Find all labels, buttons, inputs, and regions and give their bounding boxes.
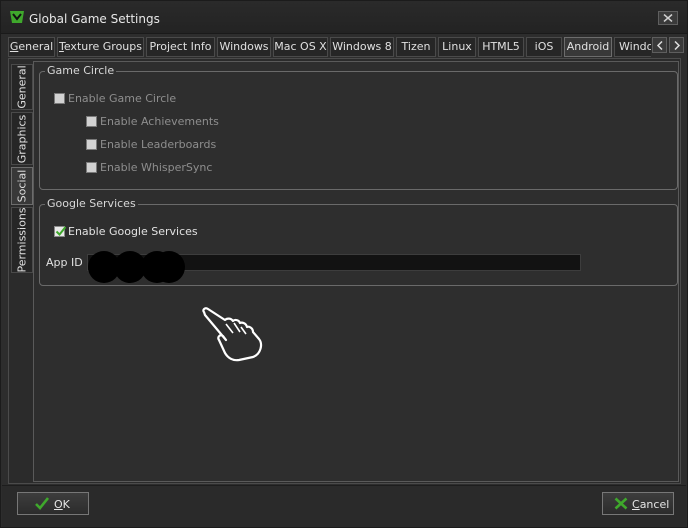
enable-achievements-label: Enable Achievements (100, 115, 219, 128)
close-icon (663, 14, 673, 22)
tab-project-info[interactable]: Project Info (146, 37, 215, 57)
ok-button-label: OK (54, 498, 70, 511)
enable-leaderboards-checkbox[interactable] (86, 139, 97, 150)
dialog-button-bar: OK Cancel (2, 485, 686, 527)
enable-whispersync-checkbox[interactable] (86, 162, 97, 173)
ok-button[interactable]: OK (17, 492, 89, 515)
redaction-blob (88, 251, 185, 283)
enable-game-circle-label: Enable Game Circle (68, 92, 177, 105)
tab-mac-os-x[interactable]: Mac OS X (273, 37, 328, 57)
game-circle-title: Game Circle (45, 64, 117, 77)
side-tab-permissions[interactable]: Permissions (11, 207, 33, 273)
tab-tizen[interactable]: Tizen (396, 37, 436, 57)
checkmark-icon (35, 497, 49, 510)
cancel-button-label: Cancel (632, 498, 670, 511)
tab-windows-8[interactable]: Windows 8 (330, 37, 394, 57)
app-id-label: App ID (46, 256, 83, 269)
enable-google-services-checkbox[interactable] (54, 226, 66, 237)
cancel-button[interactable]: Cancel (602, 492, 674, 515)
global-game-settings-window: Global Game Settings General Texture Gro… (0, 0, 688, 528)
tab-linux[interactable]: Linux (438, 37, 476, 57)
close-button[interactable] (658, 11, 678, 25)
enable-google-services-label: Enable Google Services (68, 225, 198, 238)
cancel-x-icon (614, 497, 628, 510)
checkmark-icon (55, 226, 66, 236)
tab-ios[interactable]: iOS (526, 37, 562, 57)
tab-texture-groups[interactable]: Texture Groups (57, 37, 144, 57)
platform-tab-strip: General Texture Groups Project Info Wind… (8, 37, 651, 58)
side-tab-graphics[interactable]: Graphics (11, 112, 33, 165)
enable-whispersync-label: Enable WhisperSync (100, 161, 213, 174)
tab-scroll-right-button[interactable] (669, 37, 684, 53)
gamemaker-logo-icon (10, 11, 24, 23)
enable-leaderboards-label: Enable Leaderboards (100, 138, 217, 151)
tab-html5[interactable]: HTML5 (478, 37, 524, 57)
enable-achievements-checkbox[interactable] (86, 116, 97, 127)
hand-pointer-icon (202, 307, 263, 362)
tab-windows[interactable]: Windows (217, 37, 271, 57)
tab-general[interactable]: General (8, 37, 55, 57)
tab-windows-phone[interactable]: Window (614, 37, 651, 57)
side-tab-social[interactable]: Social (11, 167, 33, 205)
enable-game-circle-checkbox[interactable] (54, 93, 65, 104)
tab-scroll-left-button[interactable] (652, 37, 667, 53)
side-tab-general[interactable]: General (11, 64, 33, 110)
chevron-right-icon (674, 41, 681, 50)
title-bar: Global Game Settings (1, 1, 687, 34)
tab-android[interactable]: Android (564, 37, 612, 57)
google-services-title: Google Services (45, 197, 138, 210)
chevron-left-icon (656, 41, 663, 50)
window-title: Global Game Settings (29, 12, 160, 26)
